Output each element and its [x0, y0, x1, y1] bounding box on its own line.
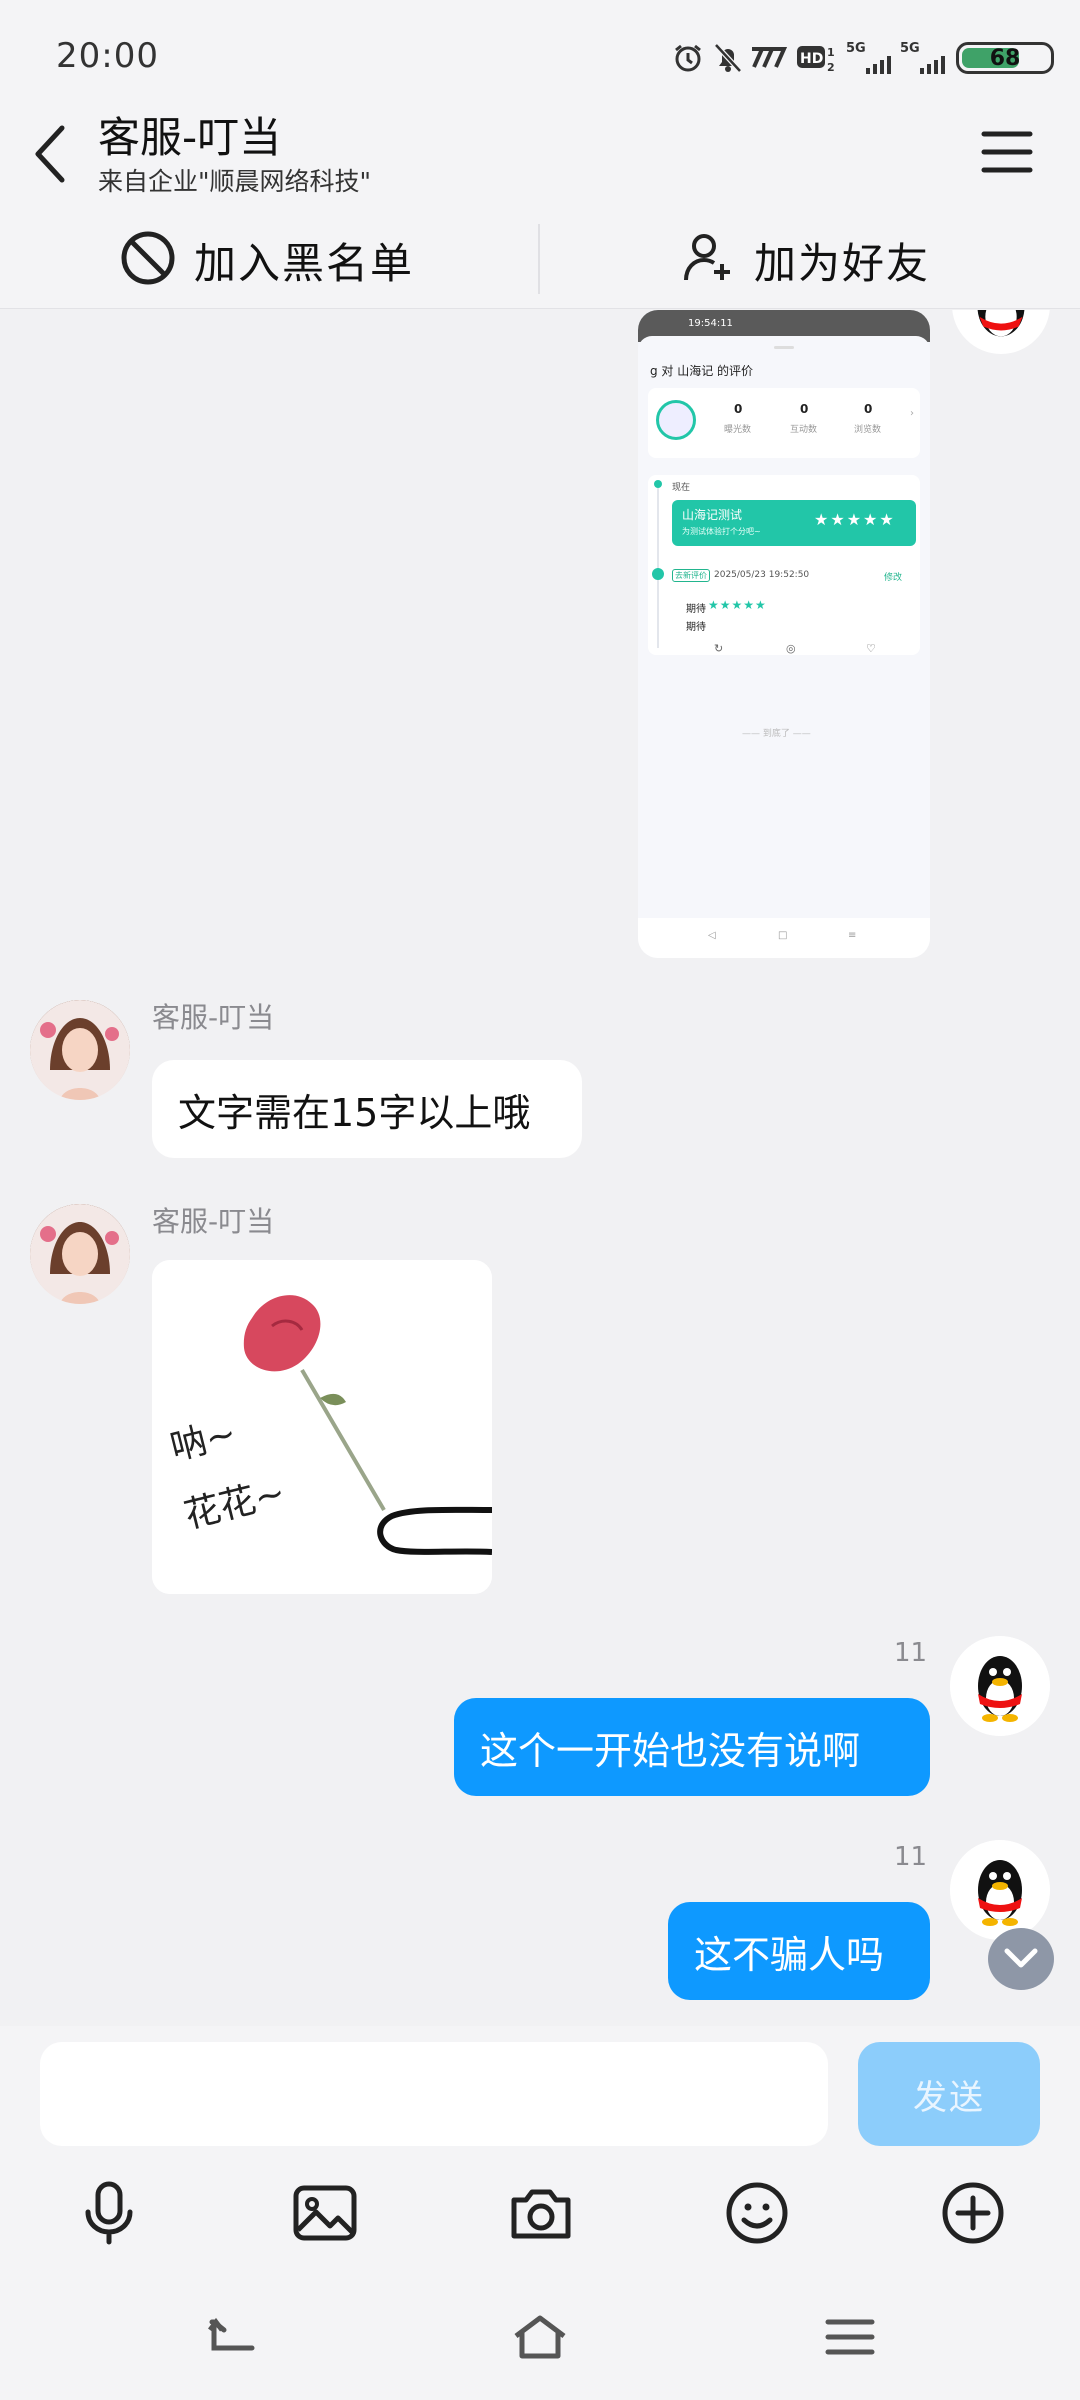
chat-title: 客服-叮当 — [98, 113, 282, 162]
chevron-down-icon — [1004, 1948, 1038, 1968]
screenshot-status-time: 19:54:11 — [688, 318, 733, 329]
send-button[interactable]: 发送 — [858, 2042, 1040, 2146]
camera-icon[interactable] — [506, 2178, 576, 2248]
rose-sticker-image: 呐~ 花花~ — [152, 1260, 492, 1594]
screenshot-edit: 修改 — [884, 573, 903, 583]
outgoing-message-bubble[interactable]: 这个一开始也没有说啊 — [454, 1698, 930, 1796]
svg-text:5G: 5G — [846, 41, 866, 56]
svg-text:1: 1 — [827, 46, 835, 59]
back-button[interactable] — [26, 114, 86, 194]
svg-text:2: 2 — [827, 61, 835, 74]
screenshot-share-icon: ↻ — [714, 642, 724, 655]
block-icon — [120, 230, 176, 290]
signal-5g-1-icon: 5G — [846, 38, 896, 78]
alarm-icon — [670, 38, 706, 78]
screenshot-expect-text: 期待 — [686, 622, 706, 633]
agent-avatar[interactable] — [30, 1204, 130, 1304]
status-time: 20:00 — [56, 36, 159, 76]
scroll-to-bottom-button[interactable] — [988, 1928, 1054, 1990]
microphone-icon[interactable] — [74, 2178, 144, 2248]
message-input[interactable] — [40, 2042, 828, 2146]
add-friend-button[interactable]: 加为好友 — [680, 220, 980, 300]
screenshot-expect-stars: ★★★★★ — [708, 598, 767, 612]
screenshot-stats: 0 曝光数 0 互动数 0 浏览数 › — [648, 388, 920, 458]
sticker-message[interactable]: 呐~ 花花~ — [152, 1260, 492, 1594]
blacklist-label: 加入黑名单 — [194, 238, 415, 288]
incoming-message-bubble[interactable]: 文字需在15字以上哦 — [152, 1060, 582, 1158]
message-time: 11 — [894, 1638, 928, 1668]
svg-text:5G: 5G — [900, 41, 920, 56]
screenshot-like-icon: ♡ — [866, 642, 876, 655]
battery-indicator: 68 — [956, 42, 1054, 74]
add-friend-label: 加为好友 — [754, 238, 931, 288]
my-avatar[interactable] — [950, 1636, 1050, 1736]
nav-home-icon[interactable] — [510, 2310, 570, 2364]
outgoing-message-bubble[interactable]: 这不骗人吗 — [668, 1902, 930, 2000]
screenshot-now-label: 现在 — [672, 483, 691, 493]
mute-bell-icon — [710, 38, 746, 78]
nav-back-icon[interactable] — [200, 2310, 260, 2364]
screenshot-card-title: 山海记测试 — [682, 508, 743, 522]
image-icon[interactable] — [290, 2178, 360, 2248]
network-speed-icon — [744, 38, 788, 78]
screenshot-card-subtitle: 为测试体验打个分吧~ — [682, 527, 761, 536]
screenshot-date: 2025/05/23 19:52:50 — [714, 570, 810, 580]
screenshot-star-rating: ★★★★★ — [814, 510, 896, 529]
signal-5g-2-icon: 5G — [900, 38, 950, 78]
screenshot-image-message[interactable]: 19:54:11 g 对 山海记 的评价 0 曝光数 0 互动数 0 浏览数 ›… — [638, 310, 930, 958]
chat-subtitle: 来自企业"顺晨网络科技" — [98, 167, 371, 196]
battery-level: 68 — [989, 45, 1021, 71]
nav-recents-icon[interactable] — [820, 2310, 880, 2364]
agent-avatar[interactable] — [30, 1000, 130, 1100]
screenshot-expect-label: 期待 — [686, 604, 706, 615]
emoji-icon[interactable] — [722, 2178, 792, 2248]
my-avatar[interactable] — [950, 1840, 1050, 1940]
screenshot-app-icon — [656, 400, 696, 440]
screenshot-end-text: —— 到底了 —— — [742, 729, 811, 739]
add-person-icon — [680, 230, 736, 290]
plus-circle-icon[interactable] — [938, 2178, 1008, 2248]
screenshot-title: g 对 山海记 的评价 — [650, 364, 754, 378]
sender-name: 客服-叮当 — [152, 1001, 275, 1034]
menu-button[interactable] — [972, 122, 1042, 182]
message-time: 11 — [894, 1842, 928, 1872]
screenshot-tag: 去新评价 — [672, 569, 710, 582]
add-to-blacklist-button[interactable]: 加入黑名单 — [120, 220, 440, 300]
sender-name: 客服-叮当 — [152, 1205, 275, 1238]
hd-icon: HD 1 2 — [796, 38, 840, 78]
action-divider — [538, 224, 540, 294]
screenshot-nav: ◁ □ ≡ — [638, 918, 930, 958]
screenshot-comment-icon: ◎ — [786, 642, 796, 655]
svg-text:HD: HD — [800, 51, 823, 67]
